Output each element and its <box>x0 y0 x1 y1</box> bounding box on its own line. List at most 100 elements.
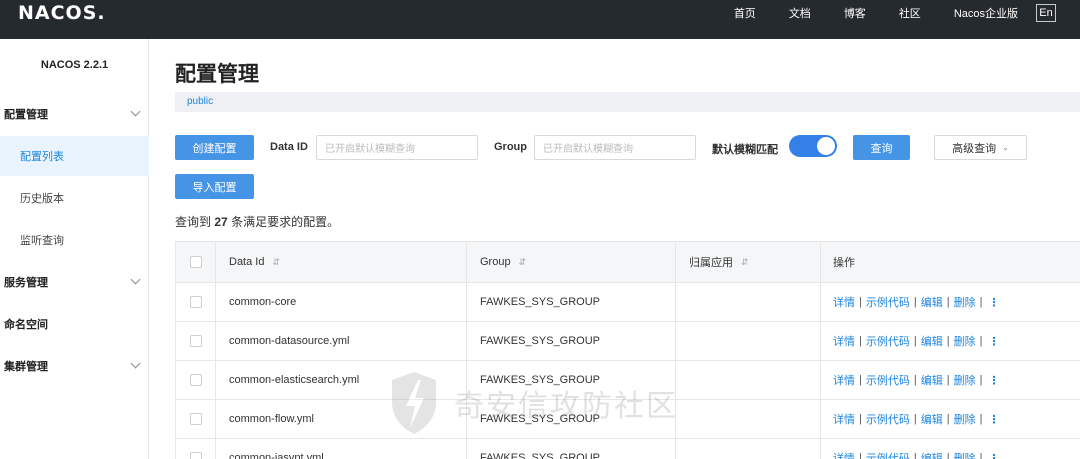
summary-prefix: 查询到 <box>175 215 212 229</box>
nav-item-community[interactable]: 社区 <box>899 5 921 21</box>
sidebar-item-label: 监听查询 <box>20 235 64 247</box>
separator: | <box>946 335 950 347</box>
group-label: Group <box>494 141 527 153</box>
chevron-down-icon <box>130 106 141 117</box>
column-header-data-id[interactable]: Data Id ⇵ <box>216 242 467 282</box>
toggle-knob <box>817 137 835 155</box>
more-vertical-icon[interactable]: ⋮ <box>988 413 999 426</box>
action-link-2[interactable]: 编辑 <box>921 450 943 459</box>
group-input[interactable]: 已开启默认模糊查询 <box>534 135 696 160</box>
action-link-1[interactable]: 示例代码 <box>866 333 910 349</box>
sort-icon[interactable]: ⇵ <box>272 257 280 268</box>
chevron-down-icon: ⌄ <box>1002 143 1009 152</box>
sidebar: NACOS 2.2.1 配置管理 配置列表 历史版本 监听查询 服务管理 命名空… <box>0 39 149 459</box>
action-link-2[interactable]: 编辑 <box>921 372 943 388</box>
more-vertical-icon[interactable]: ⋮ <box>988 374 999 387</box>
app-cell <box>676 283 821 321</box>
separator: | <box>913 335 917 347</box>
group-cell: FAWKES_SYS_GROUP <box>467 439 676 459</box>
sidebar-item-listener-query[interactable]: 监听查询 <box>0 220 149 260</box>
separator: | <box>913 296 917 308</box>
separator: | <box>979 374 983 386</box>
action-link-3[interactable]: 删除 <box>954 411 976 427</box>
action-link-1[interactable]: 示例代码 <box>866 372 910 388</box>
separator: | <box>859 413 862 425</box>
sidebar-item-service-management[interactable]: 服务管理 <box>0 262 149 302</box>
sidebar-item-cluster-management[interactable]: 集群管理 <box>0 346 149 386</box>
sidebar-item-label: 命名空间 <box>4 319 48 331</box>
action-link-3[interactable]: 删除 <box>954 294 976 310</box>
action-link-3[interactable]: 删除 <box>954 450 976 459</box>
nacos-logo[interactable]: NACOS. <box>18 2 106 24</box>
advanced-query-button[interactable]: 高级查询 ⌄ <box>934 135 1027 160</box>
action-link-0[interactable]: 详情 <box>833 450 855 459</box>
app-cell <box>676 439 821 459</box>
action-link-1[interactable]: 示例代码 <box>866 411 910 427</box>
top-navbar: NACOS. 首页 文档 博客 社区 Nacos企业版 En <box>0 0 1080 39</box>
separator: | <box>979 296 983 308</box>
separator: | <box>979 335 983 347</box>
select-all-checkbox[interactable] <box>189 256 202 268</box>
more-vertical-icon[interactable]: ⋮ <box>988 452 999 459</box>
action-link-0[interactable]: 详情 <box>833 294 855 310</box>
row-checkbox-cell <box>176 322 216 360</box>
sidebar-item-namespace[interactable]: 命名空间 <box>0 304 149 344</box>
app-cell <box>676 322 821 360</box>
action-link-3[interactable]: 删除 <box>954 372 976 388</box>
sidebar-item-config-list[interactable]: 配置列表 <box>0 136 149 176</box>
sort-icon[interactable]: ⇵ <box>519 257 527 268</box>
search-button[interactable]: 查询 <box>853 135 910 160</box>
more-vertical-icon[interactable]: ⋮ <box>988 335 999 348</box>
fuzzy-match-toggle[interactable] <box>789 135 837 157</box>
action-link-0[interactable]: 详情 <box>833 372 855 388</box>
column-label: 归属应用 <box>689 257 733 269</box>
separator: | <box>859 296 862 308</box>
nav-item-docs[interactable]: 文档 <box>789 5 811 21</box>
action-link-1[interactable]: 示例代码 <box>866 294 910 310</box>
data-id-cell: common-flow.yml <box>216 400 467 438</box>
action-link-0[interactable]: 详情 <box>833 333 855 349</box>
sidebar-item-history[interactable]: 历史版本 <box>0 178 149 218</box>
namespace-tab-public[interactable]: public <box>187 96 213 107</box>
actions-cell: 详情 | 示例代码 | 编辑 | 删除 | ⋮ <box>821 283 1080 321</box>
table-row: common-datasource.yml FAWKES_SYS_GROUP 详情 |… <box>176 322 1080 361</box>
column-header-group[interactable]: Group ⇵ <box>467 242 676 282</box>
column-header-actions: 操作 <box>821 242 1080 282</box>
separator: | <box>946 296 950 308</box>
nav-item-blog[interactable]: 博客 <box>844 5 866 21</box>
row-checkbox[interactable] <box>189 452 202 459</box>
actions-cell: 详情 | 示例代码 | 编辑 | 删除 | ⋮ <box>821 361 1080 399</box>
action-link-0[interactable]: 详情 <box>833 411 855 427</box>
sidebar-item-label: 配置管理 <box>4 109 48 121</box>
group-cell: FAWKES_SYS_GROUP <box>467 361 676 399</box>
sidebar-item-label: 配置列表 <box>20 151 64 163</box>
row-checkbox[interactable] <box>189 413 202 425</box>
create-config-button[interactable]: 创建配置 <box>175 135 254 160</box>
separator: | <box>979 413 983 425</box>
data-id-input[interactable]: 已开启默认模糊查询 <box>316 135 478 160</box>
action-link-2[interactable]: 编辑 <box>921 411 943 427</box>
sidebar-item-config-management[interactable]: 配置管理 <box>0 94 149 134</box>
data-id-cell: common-datasource.yml <box>216 322 467 360</box>
row-checkbox[interactable] <box>189 335 202 347</box>
app-cell <box>676 400 821 438</box>
action-link-1[interactable]: 示例代码 <box>866 450 910 459</box>
column-label: Group <box>480 256 511 268</box>
row-checkbox-cell <box>176 400 216 438</box>
table-row: common-elasticsearch.yml FAWKES_SYS_GROUP… <box>176 361 1080 400</box>
row-checkbox[interactable] <box>189 296 202 308</box>
more-vertical-icon[interactable]: ⋮ <box>988 296 999 309</box>
sort-icon[interactable]: ⇵ <box>741 257 749 268</box>
action-link-2[interactable]: 编辑 <box>921 294 943 310</box>
column-header-app[interactable]: 归属应用 ⇵ <box>676 242 821 282</box>
separator: | <box>946 452 950 459</box>
sidebar-item-label: 服务管理 <box>4 277 48 289</box>
nav-item-enterprise[interactable]: Nacos企业版 <box>954 5 1018 21</box>
language-switch-button[interactable]: En <box>1036 3 1056 22</box>
action-link-2[interactable]: 编辑 <box>921 333 943 349</box>
nav-item-home[interactable]: 首页 <box>734 5 756 21</box>
row-checkbox[interactable] <box>189 374 202 386</box>
data-id-cell: common-core <box>216 283 467 321</box>
action-link-3[interactable]: 删除 <box>954 333 976 349</box>
import-config-button[interactable]: 导入配置 <box>175 174 254 199</box>
